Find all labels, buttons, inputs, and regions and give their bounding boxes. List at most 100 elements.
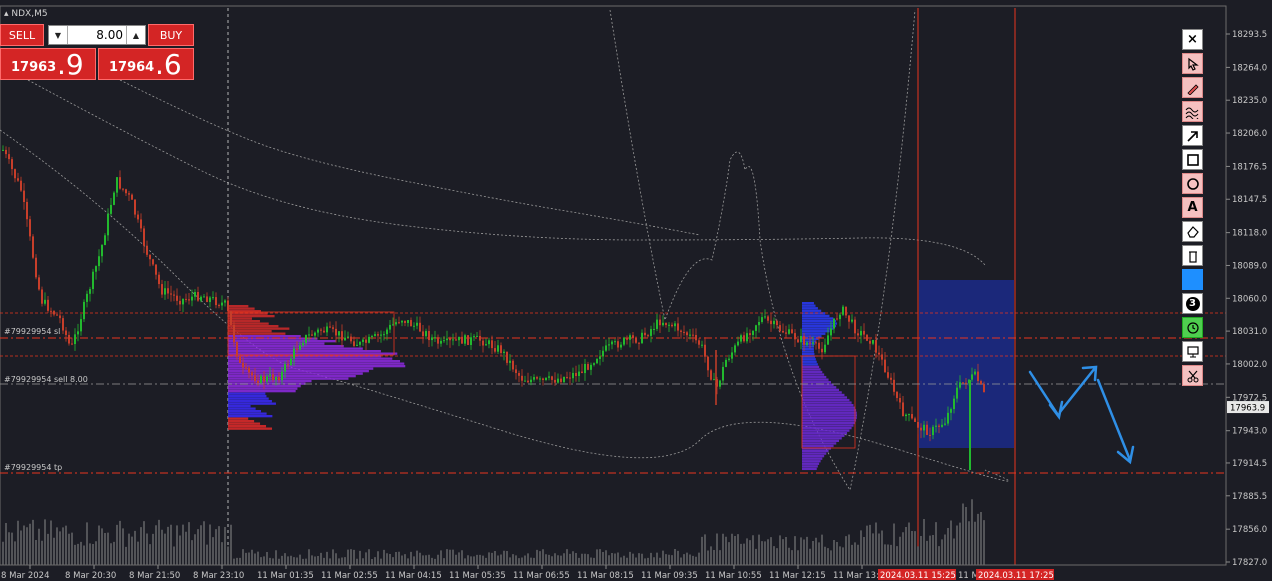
candle-body — [800, 336, 802, 343]
candle-body — [218, 305, 220, 307]
chart-window[interactable]: #79929954 sl #79929954 sell 8.00 #79929954… — [0, 0, 1272, 581]
volume-profile-bar — [802, 414, 857, 417]
candle-body — [626, 337, 628, 340]
timer-icon[interactable] — [1182, 317, 1203, 338]
candle-body — [143, 228, 145, 246]
candle-body — [29, 219, 31, 237]
volume-profile-bar — [228, 350, 381, 353]
candle-body — [347, 336, 349, 338]
volume-profile-bar — [228, 357, 393, 360]
candle-body — [434, 337, 436, 339]
candle-body — [506, 351, 508, 363]
volume-profile-bar — [802, 421, 855, 425]
volume-profile-bar — [228, 402, 276, 405]
candle-body — [194, 292, 196, 297]
color-swatch-icon[interactable] — [1182, 269, 1203, 290]
candle-body — [377, 334, 379, 336]
candle-body — [128, 193, 130, 195]
candle-body — [518, 373, 520, 376]
price-tick-label: 18264.0 — [1232, 63, 1267, 73]
candle-body — [920, 427, 922, 431]
volume-profile-bar — [802, 353, 815, 356]
time-tick-label: 11 Mar 08:15 — [577, 571, 634, 581]
volume-profile-bar — [802, 317, 834, 320]
candle-body — [170, 293, 172, 295]
rectangle-icon[interactable] — [1182, 149, 1203, 170]
scissors-icon[interactable] — [1182, 365, 1203, 386]
candle-body — [224, 300, 226, 303]
wave-icon[interactable] — [1182, 101, 1203, 122]
candle-body — [866, 334, 868, 341]
target-zone-rect — [919, 280, 1014, 448]
lot-value[interactable]: 8.00 — [69, 26, 123, 44]
arrow-icon[interactable] — [1182, 125, 1203, 146]
candle-body — [113, 192, 115, 205]
candle-body — [557, 378, 559, 383]
volume-profile-bar — [802, 368, 821, 371]
candle-body — [980, 381, 982, 385]
price-tick-label: 18118.0 — [1232, 229, 1267, 239]
volume-profile-bar — [228, 427, 273, 430]
candle-body — [962, 382, 964, 384]
buy-button[interactable]: BUY — [148, 24, 194, 46]
pencil-icon[interactable] — [1182, 77, 1203, 98]
candle-body — [770, 320, 772, 325]
candle-body — [176, 295, 178, 301]
candle-body — [938, 425, 940, 427]
candle-body — [719, 380, 721, 387]
candle-body — [155, 264, 157, 275]
candle-body — [641, 332, 643, 344]
candle-body — [743, 335, 745, 342]
time-tick-label: 11 Mar 05:35 — [449, 571, 506, 581]
candle-body — [911, 414, 913, 419]
candle-body — [344, 337, 346, 341]
trash-icon[interactable] — [1182, 245, 1203, 266]
candle-body — [653, 328, 655, 330]
lot-decrease-icon[interactable]: ▼ — [49, 26, 68, 44]
candle-body — [746, 333, 748, 342]
candle-body — [197, 292, 199, 301]
candle-body — [899, 397, 901, 403]
candle-body — [260, 375, 262, 383]
volume-profile-bar — [802, 452, 827, 455]
time-tick-label: 11 Mar 10:55 — [705, 571, 762, 581]
candle-body — [47, 299, 49, 311]
lot-input[interactable]: ▼ 8.00 ▲ — [48, 25, 146, 45]
time-tick-label: 11 Mar 04:15 — [385, 571, 442, 581]
candle-body — [596, 358, 598, 364]
lot-increase-icon[interactable]: ▲ — [126, 26, 145, 44]
number-icon[interactable]: 3 — [1182, 293, 1203, 314]
candle-body — [845, 306, 847, 316]
sell-order-label: #79929954 sell 8.00 — [4, 375, 88, 384]
candle-body — [761, 317, 763, 322]
volume-profile-bar — [802, 358, 816, 361]
candle-body — [872, 340, 874, 344]
cursor-icon[interactable] — [1182, 53, 1203, 74]
ellipse-icon[interactable] — [1182, 173, 1203, 194]
candle-body — [728, 358, 730, 360]
candle-body — [623, 337, 625, 345]
close-toolbar-icon[interactable]: × — [1182, 29, 1203, 50]
ask-price-button[interactable]: 17964 .6 — [98, 48, 194, 81]
candle-body — [65, 330, 67, 335]
sell-button[interactable]: SELL — [0, 24, 44, 46]
candle-body — [848, 315, 850, 322]
volume-profile-bar — [802, 391, 842, 394]
eraser-icon[interactable] — [1182, 221, 1203, 242]
candle-body — [167, 288, 169, 294]
candle-body — [203, 296, 205, 298]
screenshot-icon[interactable] — [1182, 341, 1203, 362]
candle-body — [464, 335, 466, 344]
bid-price-button[interactable]: 17963 .9 — [0, 48, 96, 81]
candle-body — [11, 159, 13, 170]
candle-body — [860, 330, 862, 336]
candle-body — [791, 329, 793, 334]
candle-body — [824, 344, 826, 353]
candle-body — [620, 344, 622, 348]
candle-body — [362, 339, 364, 342]
text-icon[interactable]: A — [1182, 197, 1203, 218]
price-chart[interactable]: #79929954 sl #79929954 sell 8.00 #79929954… — [0, 0, 1272, 581]
candle-body — [764, 316, 766, 318]
candle-body — [455, 339, 457, 341]
price-tick-label: 18147.5 — [1232, 195, 1267, 205]
